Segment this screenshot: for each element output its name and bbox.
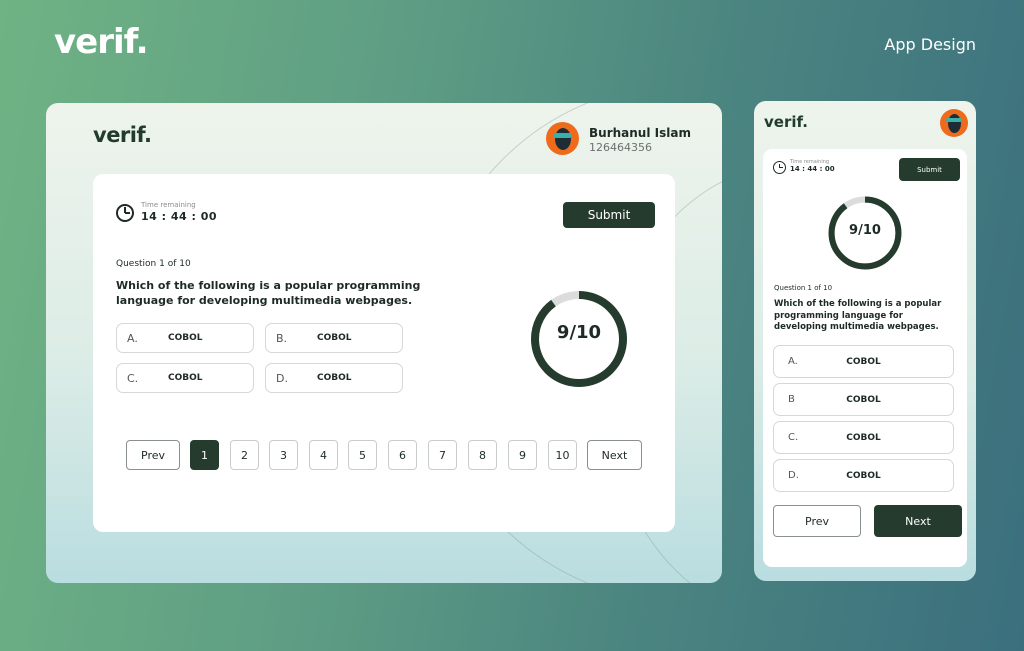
user-name: Burhanul Islam xyxy=(589,126,691,140)
question-number: Question 1 of 10 xyxy=(116,259,191,269)
page-5-button[interactable]: 5 xyxy=(348,440,377,470)
avatar[interactable] xyxy=(546,122,579,155)
app-logo: verif. xyxy=(93,123,152,147)
page-2-button[interactable]: 2 xyxy=(230,440,259,470)
desktop-frame: verif. Burhanul Islam 126464356 Time rem… xyxy=(46,103,722,583)
page-7-button[interactable]: 7 xyxy=(428,440,457,470)
option-d[interactable]: D. COBOL xyxy=(265,363,403,393)
progress-label: 9/10 xyxy=(849,223,881,238)
avatar-visor xyxy=(553,133,572,138)
page-4-button[interactable]: 4 xyxy=(309,440,338,470)
next-button[interactable]: Next xyxy=(874,505,962,537)
option-letter: B. xyxy=(276,331,288,345)
option-text: COBOL xyxy=(846,432,881,443)
page-1-button[interactable]: 1 xyxy=(190,440,219,470)
question-number: Question 1 of 10 xyxy=(774,284,833,292)
option-text: COBOL xyxy=(168,333,203,343)
avatar-visor xyxy=(946,118,962,122)
app-logo: verif. xyxy=(764,113,808,131)
avatar[interactable] xyxy=(940,109,968,137)
option-letter: D. xyxy=(276,371,288,385)
page-8-button[interactable]: 8 xyxy=(468,440,497,470)
time-remaining-value: 14 : 44 : 00 xyxy=(141,210,218,223)
clock-icon xyxy=(773,161,786,174)
option-a[interactable]: A. COBOL xyxy=(773,345,954,378)
option-text: COBOL xyxy=(317,373,352,383)
prev-button[interactable]: Prev xyxy=(126,440,180,470)
option-letter: C. xyxy=(127,371,139,385)
option-text: COBOL xyxy=(846,470,881,481)
option-text: COBOL xyxy=(846,394,881,405)
time-remaining-label: Time remaining xyxy=(141,201,196,209)
clock-icon xyxy=(116,204,134,222)
submit-button[interactable]: Submit xyxy=(899,158,960,181)
option-d[interactable]: D. COBOL xyxy=(773,459,954,492)
option-c[interactable]: C. COBOL xyxy=(116,363,254,393)
prev-button[interactable]: Prev xyxy=(773,505,861,537)
page-10-button[interactable]: 10 xyxy=(548,440,577,470)
option-a[interactable]: A. COBOL xyxy=(116,323,254,353)
option-b[interactable]: B. COBOL xyxy=(265,323,403,353)
question-text: Which of the following is a popular prog… xyxy=(774,299,942,332)
option-text: COBOL xyxy=(846,356,881,367)
submit-button[interactable]: Submit xyxy=(563,202,655,228)
page-9-button[interactable]: 9 xyxy=(508,440,537,470)
avatar-head xyxy=(948,114,961,133)
option-text: COBOL xyxy=(317,333,352,343)
option-text: COBOL xyxy=(168,373,203,383)
page-6-button[interactable]: 6 xyxy=(388,440,417,470)
question-text: Which of the following is a popular prog… xyxy=(116,279,421,307)
mobile-frame: verif. Time remaining 14 : 44 : 00 Submi… xyxy=(754,101,976,581)
brand-logo: verif. xyxy=(54,22,148,62)
option-b[interactable]: B COBOL xyxy=(773,383,954,416)
avatar-head xyxy=(555,128,571,150)
quiz-card: Time remaining 14 : 44 : 00 Submit Quest… xyxy=(93,174,675,532)
progress-label: 9/10 xyxy=(556,322,602,343)
quiz-card: Time remaining 14 : 44 : 00 Submit 9/10 … xyxy=(763,149,967,567)
time-remaining-value: 14 : 44 : 00 xyxy=(790,165,835,173)
option-c[interactable]: C. COBOL xyxy=(773,421,954,454)
option-letter: A. xyxy=(127,331,138,345)
page-3-button[interactable]: 3 xyxy=(269,440,298,470)
page-label: App Design xyxy=(884,35,976,54)
next-button[interactable]: Next xyxy=(587,440,642,470)
user-id: 126464356 xyxy=(589,141,652,154)
